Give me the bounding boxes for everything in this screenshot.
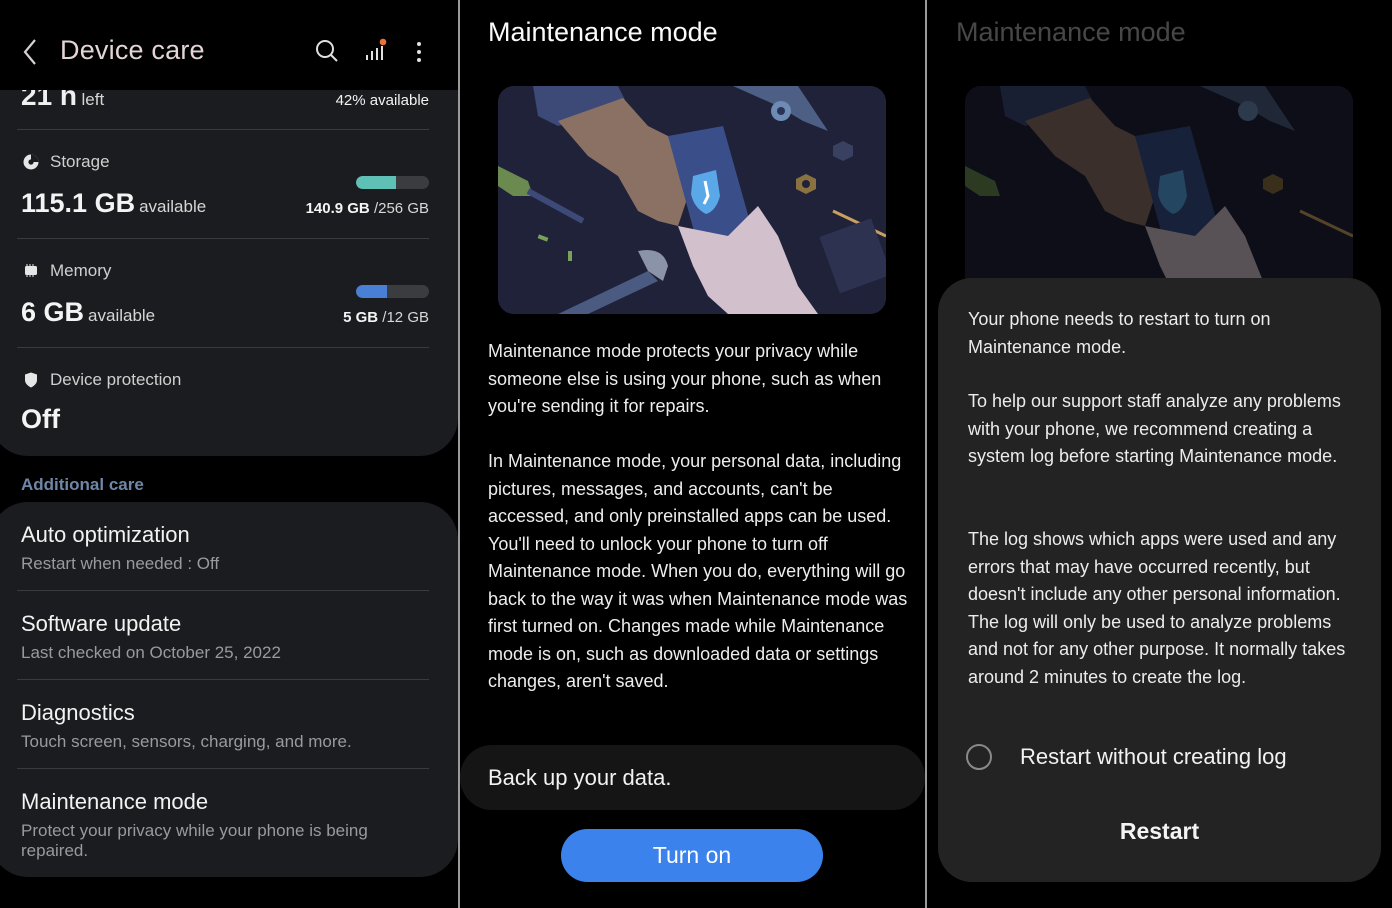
page-title: Device care xyxy=(60,35,205,65)
restart-dialog: Your phone needs to restart to turn on M… xyxy=(938,278,1381,882)
backup-data-link[interactable]: Back up your data. xyxy=(460,745,925,810)
dialog-paragraph-2: To help our support staff analyze any pr… xyxy=(968,391,1341,466)
more-vertical-icon[interactable] xyxy=(408,36,436,66)
memory-total: /12 GB xyxy=(382,309,429,326)
description-paragraph-1: Maintenance mode protects your privacy w… xyxy=(488,341,882,416)
storage-available: 115.1 GB available xyxy=(21,188,206,219)
turn-on-button[interactable]: Turn on xyxy=(561,829,823,882)
divider xyxy=(17,238,429,239)
dialog-paragraph-3: The log shows which apps were used and a… xyxy=(968,529,1346,687)
restart-dialog-screen: Maintenance mode Your phone needs to res… xyxy=(927,0,1392,908)
list-item-maintenance-mode[interactable]: Maintenance mode Protect your privacy wh… xyxy=(21,789,401,861)
memory-usage-fill xyxy=(356,285,387,298)
storage-usage-bar xyxy=(356,176,429,189)
divider xyxy=(17,768,429,769)
memory-available-value: 6 GB xyxy=(21,297,85,327)
memory-usage-bar xyxy=(356,285,429,298)
item-subtitle: Last checked on October 25, 2022 xyxy=(21,643,281,662)
memory-label: Memory xyxy=(50,261,112,280)
list-item-software-update[interactable]: Software update Last checked on October … xyxy=(21,611,429,663)
tips-signal-icon[interactable] xyxy=(362,36,390,66)
radio-button[interactable] xyxy=(966,744,992,770)
illustration-art xyxy=(498,86,886,314)
battery-time-label: left xyxy=(81,90,105,109)
protection-label-row[interactable]: Device protection xyxy=(22,370,181,390)
memory-chip-icon xyxy=(25,264,37,277)
storage-usage-fill xyxy=(356,176,397,189)
storage-total: /256 GB xyxy=(373,200,429,217)
list-item-auto-optimization[interactable]: Auto optimization Restart when needed : … xyxy=(21,522,429,574)
protection-value: Off xyxy=(21,404,60,434)
backup-data-label: Back up your data. xyxy=(488,765,672,790)
additional-care-heading: Additional care xyxy=(21,475,144,494)
list-item-diagnostics[interactable]: Diagnostics Touch screen, sensors, charg… xyxy=(21,700,429,752)
storage-used: 140.9 GB xyxy=(305,200,370,217)
shield-icon xyxy=(25,372,37,388)
divider xyxy=(17,129,429,130)
option-label: Restart without creating log xyxy=(1020,744,1287,769)
status-card: 21 h left 42% available xyxy=(0,60,458,456)
storage-label-row[interactable]: Storage xyxy=(22,152,110,172)
storage-label: Storage xyxy=(50,152,110,171)
hands-phone-tools-illustration xyxy=(498,86,886,314)
description-paragraph-2: In Maintenance mode, your personal data,… xyxy=(488,451,908,691)
memory-available: 6 GB available xyxy=(21,297,155,328)
divider xyxy=(17,679,429,680)
item-subtitle: Protect your privacy while your phone is… xyxy=(21,821,368,860)
divider xyxy=(17,590,429,591)
storage-usage-text: 140.9 GB /256 GB xyxy=(306,200,429,217)
device-care-screen: 21 h left 42% available Storage 115.1 GB… xyxy=(0,0,458,908)
item-title: Software update xyxy=(21,611,182,636)
item-subtitle: Touch screen, sensors, charging, and mor… xyxy=(21,732,352,751)
memory-usage-text: 5 GB /12 GB xyxy=(343,309,429,326)
item-subtitle: Restart when needed : Off xyxy=(21,554,220,573)
memory-used: 5 GB xyxy=(343,309,379,326)
dialog-paragraph-1: Your phone needs to restart to turn on M… xyxy=(968,309,1271,357)
storage-available-value: 115.1 GB xyxy=(21,188,136,218)
back-chevron-icon[interactable] xyxy=(18,36,42,68)
restart-without-log-option[interactable]: Restart without creating log xyxy=(966,744,1287,770)
item-title: Maintenance mode xyxy=(21,789,209,814)
app-bar: Device care xyxy=(0,0,458,90)
item-title: Diagnostics xyxy=(21,700,135,725)
memory-available-label: available xyxy=(88,306,156,325)
memory-label-row[interactable]: Memory xyxy=(22,261,111,281)
protection-label: Device protection xyxy=(50,370,182,389)
storage-pie-icon xyxy=(23,154,39,170)
storage-available-label: available xyxy=(139,197,207,216)
restart-button[interactable]: Restart xyxy=(938,818,1381,845)
battery-percent: 42% available xyxy=(335,92,429,109)
page-title: Maintenance mode xyxy=(488,17,718,47)
divider xyxy=(17,347,429,348)
background-title: Maintenance mode xyxy=(956,17,1186,47)
maintenance-mode-screen: Maintenance mode Maintenance mode protec… xyxy=(460,0,925,908)
item-title: Auto optimization xyxy=(21,522,190,547)
search-icon[interactable] xyxy=(313,36,341,66)
